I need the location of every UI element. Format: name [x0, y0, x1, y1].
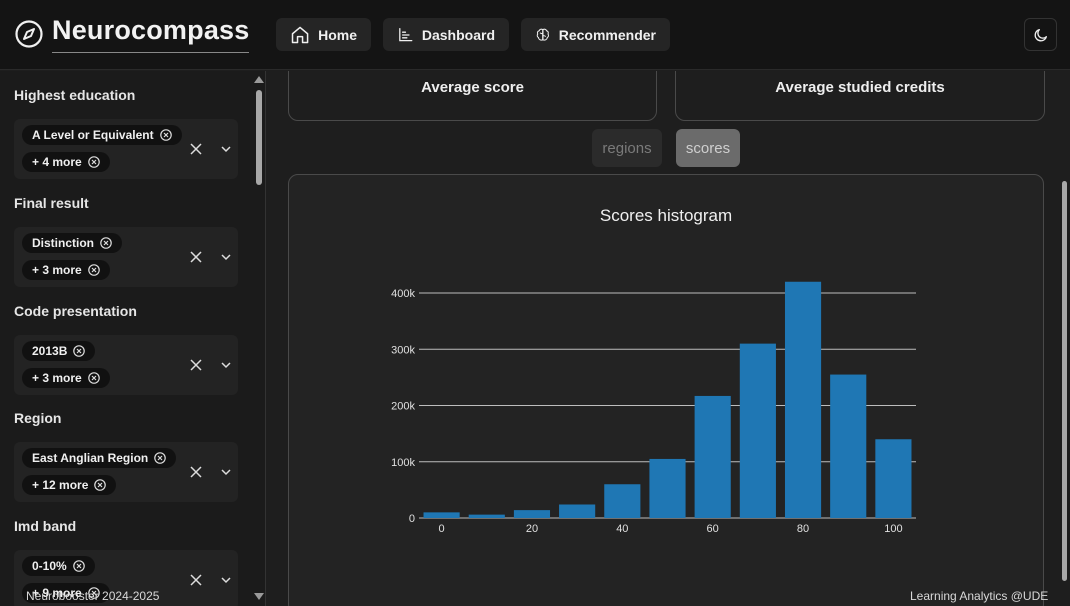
scores-histogram-card: Scores histogram 0 20 40 60 80 100 0 100k 200k 3…	[288, 174, 1044, 606]
remove-chip-icon[interactable]	[72, 560, 85, 572]
chart-title: Scores histogram	[600, 206, 732, 225]
brain-icon	[536, 28, 550, 41]
filter-select-highest-education[interactable]: A Level or Equivalent + 4 more	[14, 119, 238, 179]
nav-dashboard-button[interactable]: Dashboard	[383, 18, 509, 51]
chip-label: Distinction	[32, 236, 94, 250]
scroll-up-icon[interactable]	[254, 76, 264, 83]
chip-label: 0-10%	[32, 559, 67, 573]
histogram-bar[interactable]	[830, 374, 867, 518]
clear-icon[interactable]	[190, 143, 202, 155]
histogram-bar[interactable]	[875, 439, 912, 518]
main-scroll-thumb[interactable]	[1062, 181, 1067, 581]
remove-chip-icon[interactable]	[87, 156, 100, 168]
footer-left-text: Neurobooster 2024-2025	[26, 589, 160, 603]
chevron-down-icon[interactable]	[220, 251, 232, 263]
remove-chip-icon[interactable]	[154, 452, 167, 464]
average-score-card: Average score	[288, 71, 657, 121]
histogram-bar[interactable]	[694, 395, 731, 518]
filter-label-code-presentation: Code presentation	[14, 303, 137, 319]
chip-label: East Anglian Region	[32, 451, 149, 465]
chip-label: + 12 more	[32, 478, 89, 492]
chip-label: 2013B	[32, 344, 68, 358]
nav-home-label: Home	[318, 26, 357, 43]
filter-label-final-result: Final result	[14, 195, 89, 211]
filter-select-code-presentation[interactable]: 2013B + 3 more	[14, 335, 238, 395]
main-content: Average score Average studied credits re…	[266, 71, 1070, 606]
histogram-bar[interactable]	[649, 458, 686, 518]
filter-label-imd-band: Imd band	[14, 518, 77, 534]
filter-chip[interactable]: A Level or Equivalent	[22, 125, 182, 145]
histogram-bar[interactable]	[739, 343, 776, 518]
filter-select-region[interactable]: East Anglian Region + 12 more	[14, 442, 238, 502]
histogram-bar[interactable]	[423, 512, 460, 518]
filter-chip[interactable]: 2013B	[22, 341, 96, 361]
histogram-bar[interactable]	[559, 504, 596, 519]
x-tick-label: 80	[797, 523, 809, 535]
nav-recommender-button[interactable]: Recommender	[521, 18, 670, 51]
clear-icon[interactable]	[190, 251, 202, 263]
histogram-bar[interactable]	[784, 281, 822, 518]
footer: Neurobooster 2024-2025 Learning Analytic…	[0, 585, 1070, 606]
histogram-bar[interactable]	[468, 514, 505, 518]
compass-icon	[15, 19, 43, 48]
filter-chip[interactable]: Distinction	[22, 233, 122, 253]
tab-regions[interactable]: regions	[592, 129, 662, 167]
histogram-bar[interactable]	[604, 484, 641, 518]
remove-chip-icon[interactable]	[94, 479, 107, 491]
chevron-down-icon[interactable]	[220, 143, 232, 155]
remove-chip-icon[interactable]	[73, 345, 86, 357]
x-tick-label: 0	[439, 523, 445, 535]
histogram-bar[interactable]	[513, 510, 551, 518]
average-credits-card: Average studied credits	[675, 71, 1045, 121]
remove-chip-icon[interactable]	[159, 129, 172, 141]
chip-label: + 3 more	[32, 371, 82, 385]
moon-icon	[1034, 28, 1047, 41]
chip-label: A Level or Equivalent	[32, 128, 154, 142]
filter-chip[interactable]: East Anglian Region	[22, 448, 177, 468]
filter-chip-more[interactable]: + 3 more	[22, 368, 110, 388]
x-tick-label: 100	[884, 523, 902, 535]
filter-label-region: Region	[14, 410, 62, 426]
tab-scores[interactable]: scores	[676, 129, 740, 167]
y-tick-label: 300k	[391, 344, 415, 356]
footer-right-text: Learning Analytics @UDE	[910, 589, 1049, 603]
chevron-down-icon[interactable]	[220, 359, 232, 371]
y-tick-label: 100k	[391, 457, 415, 469]
chart-icon	[399, 27, 413, 41]
card-title: Average studied credits	[775, 79, 945, 96]
chevron-down-icon[interactable]	[220, 466, 232, 478]
chip-label: + 3 more	[32, 263, 82, 277]
filter-select-final-result[interactable]: Distinction + 3 more	[14, 227, 238, 287]
remove-chip-icon[interactable]	[100, 237, 112, 249]
brand[interactable]: Neurocompass	[14, 14, 250, 53]
app-title: Neurocompass	[52, 14, 250, 53]
app-header: Neurocompass Home Dashboard Recommender	[0, 0, 1070, 70]
filter-chip-more[interactable]: + 3 more	[22, 260, 110, 280]
clear-icon[interactable]	[190, 359, 202, 371]
clear-icon[interactable]	[190, 466, 202, 478]
remove-chip-icon[interactable]	[87, 372, 100, 384]
x-tick-label: 40	[616, 523, 628, 535]
scores-histogram-chart: Scores histogram 0 20 40 60 80 100 0 100k 200k 3…	[391, 206, 916, 535]
nav-recommender-label: Recommender	[558, 26, 656, 43]
x-tick-label: 20	[526, 523, 538, 535]
filter-label-highest-education: Highest education	[14, 87, 136, 103]
y-tick-label: 0	[409, 513, 415, 525]
chip-label: + 4 more	[32, 155, 82, 169]
card-title: Average score	[421, 79, 524, 96]
nav-home-button[interactable]: Home	[276, 18, 371, 51]
filter-chip-more[interactable]: + 12 more	[22, 475, 117, 495]
sidebar-scroll-thumb[interactable]	[256, 90, 262, 185]
remove-chip-icon[interactable]	[87, 264, 100, 276]
home-icon	[291, 26, 309, 43]
theme-toggle-button[interactable]	[1024, 18, 1057, 51]
y-tick-label: 400k	[391, 288, 415, 300]
y-tick-label: 200k	[391, 401, 415, 413]
filter-chip[interactable]: 0-10%	[22, 556, 95, 576]
nav-dashboard-label: Dashboard	[421, 26, 495, 43]
filter-sidebar: Highest education A Level or Equivalent …	[0, 71, 266, 606]
filter-chip-more[interactable]: + 4 more	[22, 152, 110, 172]
x-tick-label: 60	[707, 523, 719, 535]
